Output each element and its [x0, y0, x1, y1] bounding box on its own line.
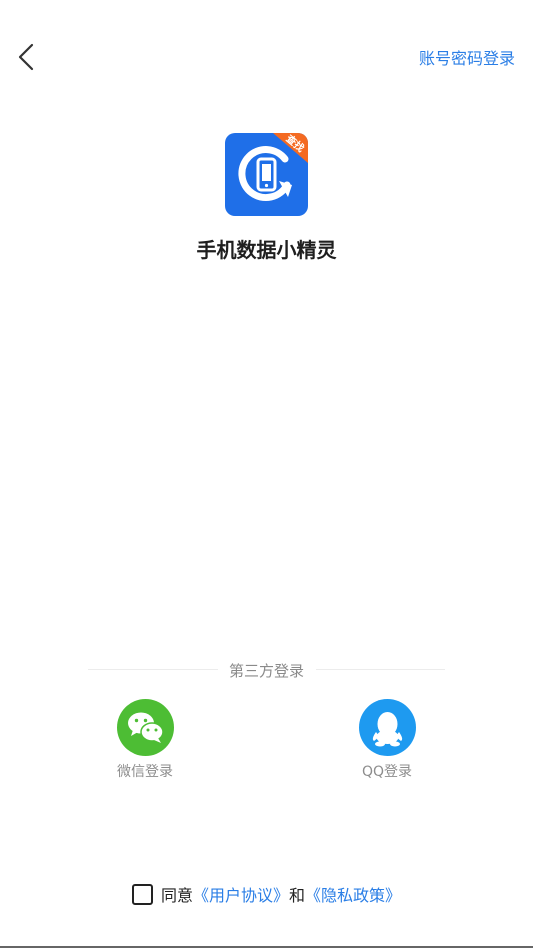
- third-party-login-title: 第三方登录: [228, 662, 304, 680]
- wechat-login-label: 微信登录: [117, 764, 173, 780]
- and-text: 和: [289, 886, 306, 905]
- app-name: 手机数据小精灵: [196, 238, 337, 262]
- app-logo: 查找: [225, 131, 308, 216]
- qq-login-label: QQ登录: [361, 764, 413, 780]
- user-agreement-link[interactable]: 《用户协议》: [193, 886, 289, 905]
- agree-text: 同意: [160, 886, 193, 905]
- wechat-login-button[interactable]: [117, 699, 174, 756]
- wechat-icon: [128, 712, 164, 743]
- agreement-row: 同意《用户协议》和《隐私政策》: [0, 882, 533, 906]
- privacy-policy-link[interactable]: 《隐私政策》: [305, 886, 401, 905]
- chevron-left-icon: [18, 43, 34, 71]
- back-button[interactable]: [12, 40, 44, 74]
- agreement-checkbox[interactable]: [131, 884, 153, 905]
- qq-penguin-icon: [372, 712, 403, 747]
- qq-login-button[interactable]: [359, 699, 416, 756]
- account-password-login-link[interactable]: 账号密码登录: [419, 45, 515, 69]
